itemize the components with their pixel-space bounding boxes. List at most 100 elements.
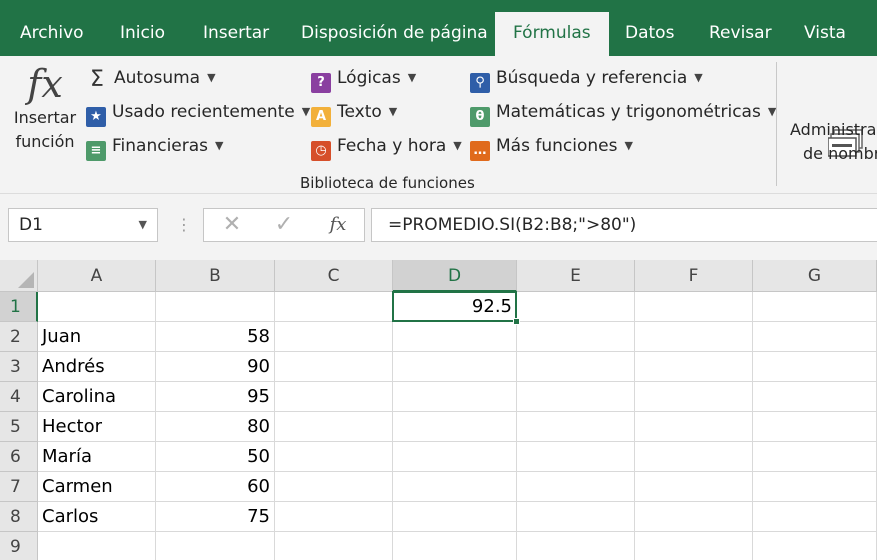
cell-d9[interactable] [393,532,517,560]
tab-formulas[interactable]: Fórmulas [495,12,609,56]
cell-d3[interactable] [393,352,517,382]
row-header-8[interactable]: 8 [0,502,38,532]
cell-d8[interactable] [393,502,517,532]
cell-f7[interactable] [635,472,753,502]
cancel-icon[interactable]: ✕ [212,209,252,241]
cell-d1[interactable]: 92.5 [393,292,517,322]
cell-d6[interactable] [393,442,517,472]
cell-g5[interactable] [753,412,877,442]
row-header-5[interactable]: 5 [0,412,38,442]
cell-c3[interactable] [275,352,393,382]
cell-e4[interactable] [517,382,635,412]
cell-b5[interactable]: 80 [156,412,275,442]
math-trig-button[interactable]: θ Matemáticas y trigonométricas ▼ [470,99,776,127]
cell-g7[interactable] [753,472,877,502]
cell-c9[interactable] [275,532,393,560]
cell-a7[interactable]: Carmen [38,472,156,502]
fill-handle[interactable] [513,318,520,325]
cell-e2[interactable] [517,322,635,352]
chevron-down-icon[interactable]: ▼ [139,209,147,241]
tab-revisar[interactable]: Revisar [709,0,772,56]
cell-e3[interactable] [517,352,635,382]
row-header-9[interactable]: 9 [0,532,38,560]
tab-insertar[interactable]: Insertar [203,0,269,56]
date-time-button[interactable]: ◷ Fecha y hora ▼ [311,133,462,161]
autosum-button[interactable]: Σ Autosuma ▼ [86,65,216,91]
cell-a1[interactable] [38,292,156,322]
lookup-reference-button[interactable]: ⚲ Búsqueda y referencia ▼ [470,65,703,93]
cell-c2[interactable] [275,322,393,352]
cell-a5[interactable]: Hector [38,412,156,442]
cell-a3[interactable]: Andrés [38,352,156,382]
cell-g1[interactable] [753,292,877,322]
cell-f1[interactable] [635,292,753,322]
column-header-d[interactable]: D [393,260,517,292]
logical-button[interactable]: ? Lógicas ▼ [311,65,416,93]
cell-d7[interactable] [393,472,517,502]
cell-f5[interactable] [635,412,753,442]
cell-b9[interactable] [156,532,275,560]
row-header-6[interactable]: 6 [0,442,38,472]
resize-handle-icon[interactable]: ⋮ [176,212,192,238]
cell-b3[interactable]: 90 [156,352,275,382]
column-header-e[interactable]: E [517,260,635,292]
cell-c8[interactable] [275,502,393,532]
column-header-b[interactable]: B [156,260,275,292]
cell-e5[interactable] [517,412,635,442]
cell-f8[interactable] [635,502,753,532]
insert-function-button[interactable]: fx Insertar función [10,62,80,154]
cell-c1[interactable] [275,292,393,322]
cell-d2[interactable] [393,322,517,352]
cell-b7[interactable]: 60 [156,472,275,502]
cell-c4[interactable] [275,382,393,412]
cell-g2[interactable] [753,322,877,352]
formula-input[interactable]: =PROMEDIO.SI(B2:B8;">80") [371,208,877,242]
cell-b6[interactable]: 50 [156,442,275,472]
more-functions-button[interactable]: … Más funciones ▼ [470,133,633,161]
text-button[interactable]: A Texto ▼ [311,99,397,127]
cell-e1[interactable] [517,292,635,322]
cell-g6[interactable] [753,442,877,472]
row-header-3[interactable]: 3 [0,352,38,382]
cell-e7[interactable] [517,472,635,502]
cell-b8[interactable]: 75 [156,502,275,532]
cell-d4[interactable] [393,382,517,412]
cell-g3[interactable] [753,352,877,382]
cell-a6[interactable]: María [38,442,156,472]
row-header-2[interactable]: 2 [0,322,38,352]
column-header-g[interactable]: G [753,260,877,292]
tab-archivo[interactable]: Archivo [20,0,84,56]
cell-b1[interactable] [156,292,275,322]
recently-used-button[interactable]: ★ Usado recientemente ▼ [86,99,310,127]
cell-e8[interactable] [517,502,635,532]
cell-g9[interactable] [753,532,877,560]
cell-g4[interactable] [753,382,877,412]
tab-inicio[interactable]: Inicio [120,0,165,56]
cell-b2[interactable]: 58 [156,322,275,352]
financial-button[interactable]: ≡ Financieras ▼ [86,133,224,161]
insert-function-fx-icon[interactable]: fx [318,209,358,241]
cell-e6[interactable] [517,442,635,472]
cell-a2[interactable]: Juan [38,322,156,352]
name-box[interactable]: D1 ▼ [8,208,158,242]
row-header-7[interactable]: 7 [0,472,38,502]
cell-c6[interactable] [275,442,393,472]
enter-check-icon[interactable]: ✓ [264,209,304,241]
tab-datos[interactable]: Datos [625,0,674,56]
row-header-4[interactable]: 4 [0,382,38,412]
column-header-c[interactable]: C [275,260,393,292]
cell-f9[interactable] [635,532,753,560]
name-manager-button[interactable]: Administra de nombr [790,118,877,166]
cell-g8[interactable] [753,502,877,532]
cell-b4[interactable]: 95 [156,382,275,412]
cell-e9[interactable] [517,532,635,560]
row-header-1[interactable]: 1 [0,292,38,322]
cell-f3[interactable] [635,352,753,382]
cell-f2[interactable] [635,322,753,352]
tab-vista[interactable]: Vista [804,0,846,56]
cell-f6[interactable] [635,442,753,472]
column-header-a[interactable]: A [38,260,156,292]
cell-f4[interactable] [635,382,753,412]
cell-a4[interactable]: Carolina [38,382,156,412]
cell-d5[interactable] [393,412,517,442]
